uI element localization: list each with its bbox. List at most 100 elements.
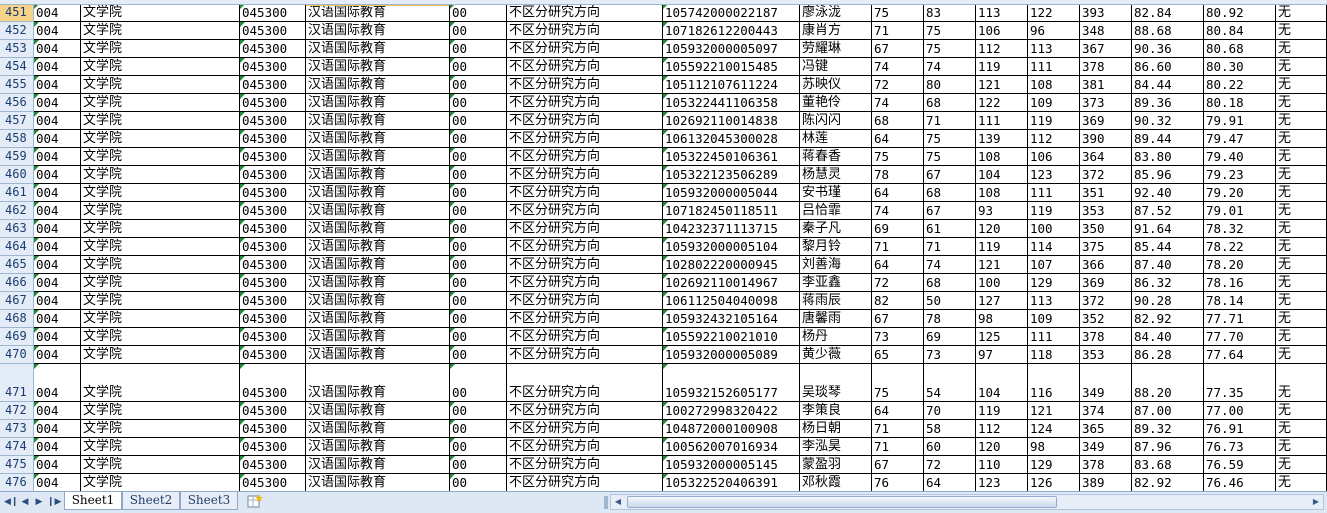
direction-code-cell[interactable]: 00 (450, 76, 507, 94)
major-code-cell[interactable]: 045300 (240, 76, 306, 94)
score2-cell[interactable]: 75 (924, 130, 976, 148)
dept-cell[interactable]: 文学院 (81, 40, 240, 58)
final-score-cell[interactable]: 79.47 (1204, 130, 1276, 148)
direction-cell[interactable]: 不区分研究方向 (507, 58, 663, 76)
major-code-cell[interactable]: 045300 (240, 112, 306, 130)
score4-cell[interactable]: 107 (1028, 256, 1080, 274)
direction-cell[interactable]: 不区分研究方向 (507, 474, 663, 491)
row-number[interactable]: 451 (0, 4, 34, 22)
dept-code-cell[interactable]: 004 (34, 166, 81, 184)
dept-cell[interactable]: 文学院 (81, 274, 240, 292)
final-score-cell[interactable]: 78.22 (1204, 238, 1276, 256)
major-code-cell[interactable]: 045300 (240, 402, 306, 420)
score4-cell[interactable]: 123 (1028, 166, 1080, 184)
major-code-cell[interactable]: 045300 (240, 130, 306, 148)
score4-cell[interactable]: 112 (1028, 130, 1080, 148)
direction-cell[interactable]: 不区分研究方向 (507, 438, 663, 456)
dept-code-cell[interactable]: 004 (34, 256, 81, 274)
total-cell[interactable]: 378 (1080, 328, 1132, 346)
major-cell[interactable]: 汉语国际教育 (306, 148, 450, 166)
score2-cell[interactable]: 60 (924, 438, 976, 456)
dept-cell[interactable]: 文学院 (81, 292, 240, 310)
score3-cell[interactable]: 93 (976, 202, 1028, 220)
final-score-cell[interactable]: 76.46 (1204, 474, 1276, 491)
remark-cell[interactable]: 无 (1276, 364, 1327, 402)
name-cell[interactable]: 吕恰霏 (800, 202, 872, 220)
remark-cell[interactable]: 无 (1276, 130, 1327, 148)
final-score-cell[interactable]: 80.22 (1204, 76, 1276, 94)
scroll-left-icon[interactable]: ◀ (611, 495, 625, 509)
major-cell[interactable]: 汉语国际教育 (306, 22, 450, 40)
row-number[interactable]: 452 (0, 22, 34, 40)
direction-code-cell[interactable]: 00 (450, 474, 507, 491)
major-code-cell[interactable]: 045300 (240, 420, 306, 438)
major-code-cell[interactable]: 045300 (240, 474, 306, 491)
final-score-cell[interactable]: 79.01 (1204, 202, 1276, 220)
row-number[interactable]: 475 (0, 456, 34, 474)
name-cell[interactable]: 林莲 (800, 130, 872, 148)
dept-code-cell[interactable]: 004 (34, 202, 81, 220)
dept-cell[interactable]: 文学院 (81, 220, 240, 238)
major-cell[interactable]: 汉语国际教育 (306, 328, 450, 346)
score3-cell[interactable]: 119 (976, 238, 1028, 256)
total-cell[interactable]: 351 (1080, 184, 1132, 202)
dept-cell[interactable]: 文学院 (81, 94, 240, 112)
major-cell[interactable]: 汉语国际教育 (306, 438, 450, 456)
name-cell[interactable]: 蒋春香 (800, 148, 872, 166)
total-cell[interactable]: 364 (1080, 148, 1132, 166)
exam-number-cell[interactable]: 106132045300028 (663, 130, 800, 148)
name-cell[interactable]: 杨丹 (800, 328, 872, 346)
dept-code-cell[interactable]: 004 (34, 220, 81, 238)
score2-cell[interactable]: 54 (924, 364, 976, 402)
score4-cell[interactable]: 124 (1028, 420, 1080, 438)
score1-cell[interactable]: 75 (872, 364, 924, 402)
total-cell[interactable]: 390 (1080, 130, 1132, 148)
dept-code-cell[interactable]: 004 (34, 474, 81, 491)
score1-cell[interactable]: 71 (872, 22, 924, 40)
total-cell[interactable]: 353 (1080, 202, 1132, 220)
score1-cell[interactable]: 65 (872, 346, 924, 364)
final-score-cell[interactable]: 78.20 (1204, 256, 1276, 274)
score2-cell[interactable]: 73 (924, 346, 976, 364)
score4-cell[interactable]: 129 (1028, 456, 1080, 474)
spreadsheet-grid[interactable]: 451 004 文学院 045300 汉语国际教育 00 不区分研究方向 1057420000… (0, 0, 1327, 491)
major-cell[interactable]: 汉语国际教育 (306, 256, 450, 274)
major-code-cell[interactable]: 045300 (240, 256, 306, 274)
total-cell[interactable]: 350 (1080, 220, 1132, 238)
total-cell[interactable]: 348 (1080, 22, 1132, 40)
score3-cell[interactable]: 110 (976, 456, 1028, 474)
direction-cell[interactable]: 不区分研究方向 (507, 220, 663, 238)
row-number[interactable]: 460 (0, 166, 34, 184)
major-cell[interactable]: 汉语国际教育 (306, 4, 450, 22)
dept-code-cell[interactable]: 004 (34, 148, 81, 166)
dept-cell[interactable]: 文学院 (81, 364, 240, 402)
final-score-cell[interactable]: 78.32 (1204, 220, 1276, 238)
retest-cell[interactable]: 85.96 (1132, 166, 1204, 184)
dept-cell[interactable]: 文学院 (81, 256, 240, 274)
score2-cell[interactable]: 70 (924, 402, 976, 420)
remark-cell[interactable]: 无 (1276, 402, 1327, 420)
remark-cell[interactable]: 无 (1276, 310, 1327, 328)
major-code-cell[interactable]: 045300 (240, 346, 306, 364)
score2-cell[interactable]: 83 (924, 4, 976, 22)
score1-cell[interactable]: 72 (872, 274, 924, 292)
row-number[interactable]: 471 (0, 364, 34, 402)
retest-cell[interactable]: 86.28 (1132, 346, 1204, 364)
final-score-cell[interactable]: 77.35 (1204, 364, 1276, 402)
tab-sheet3[interactable]: Sheet3 (180, 492, 238, 510)
retest-cell[interactable]: 87.40 (1132, 256, 1204, 274)
row-number[interactable]: 455 (0, 76, 34, 94)
final-score-cell[interactable]: 80.84 (1204, 22, 1276, 40)
score2-cell[interactable]: 68 (924, 184, 976, 202)
remark-cell[interactable]: 无 (1276, 474, 1327, 491)
direction-cell[interactable]: 不区分研究方向 (507, 364, 663, 402)
direction-code-cell[interactable]: 00 (450, 112, 507, 130)
dept-cell[interactable]: 文学院 (81, 328, 240, 346)
total-cell[interactable]: 369 (1080, 112, 1132, 130)
score1-cell[interactable]: 74 (872, 94, 924, 112)
total-cell[interactable]: 381 (1080, 76, 1132, 94)
name-cell[interactable]: 蒙盈羽 (800, 456, 872, 474)
direction-code-cell[interactable]: 00 (450, 184, 507, 202)
name-cell[interactable]: 杨慧灵 (800, 166, 872, 184)
score1-cell[interactable]: 71 (872, 238, 924, 256)
